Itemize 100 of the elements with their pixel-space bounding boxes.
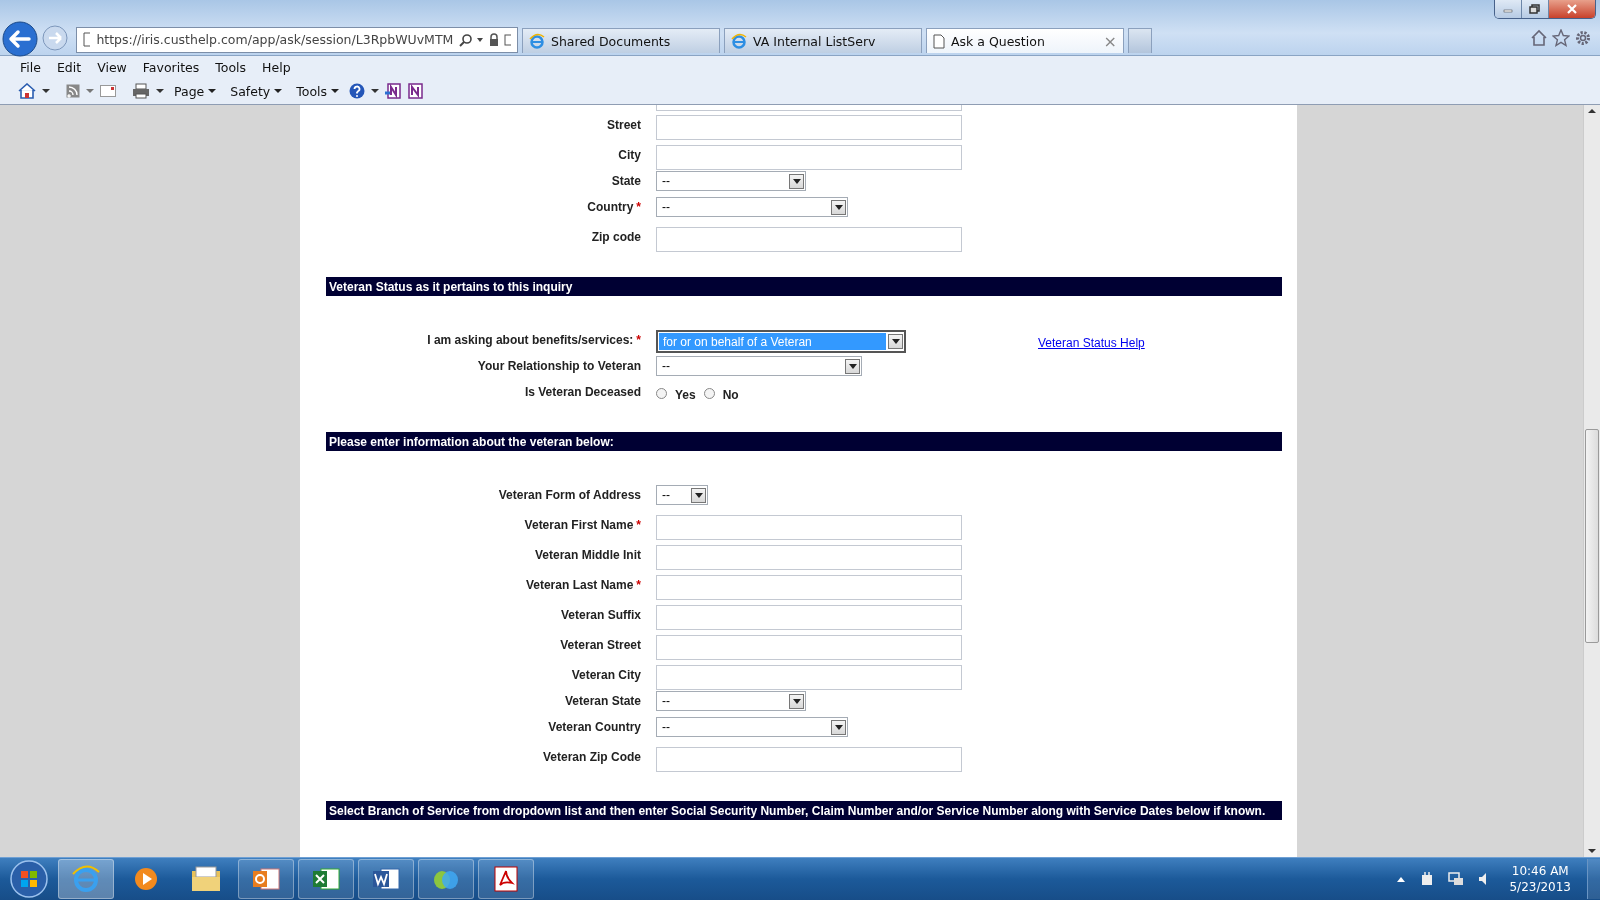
back-button[interactable] — [2, 20, 38, 57]
taskbar-app-button[interactable] — [298, 859, 354, 899]
scrollbar[interactable] — [1583, 105, 1600, 857]
caret-icon[interactable] — [371, 88, 380, 94]
section-heading: Veteran Status as it pertains to this inquiry — [326, 277, 1282, 296]
field-label: Veteran First Name — [524, 518, 634, 532]
field-label: State — [611, 174, 641, 188]
clock-time: 10:46 AM — [1511, 863, 1569, 879]
menu-item[interactable]: View — [89, 57, 135, 77]
text-field[interactable] — [656, 635, 962, 660]
radio-button[interactable] — [656, 387, 667, 399]
radio-label: Yes — [675, 388, 696, 402]
clock[interactable]: 10:46 AM 5/23/2013 — [1509, 863, 1571, 895]
browser-logo-icon — [71, 864, 101, 894]
dropdown[interactable]: -- — [656, 485, 708, 505]
field-label: Veteran Zip Code — [542, 750, 641, 764]
toolbar-menu-button[interactable]: Safety — [226, 82, 287, 100]
caret-icon — [891, 339, 900, 344]
restore-button[interactable] — [1522, 0, 1549, 18]
field-label: Veteran Suffix — [560, 608, 641, 622]
text-field[interactable] — [656, 605, 962, 630]
browser-tab[interactable]: VA Internal ListServ — [724, 28, 922, 53]
dropdown[interactable]: -- — [656, 197, 848, 217]
text-field[interactable] — [656, 747, 962, 772]
scrollbar-thumb[interactable] — [1585, 429, 1599, 643]
menu-item[interactable]: Favorites — [134, 57, 208, 77]
field-label: Street — [607, 118, 641, 132]
field-label: Veteran Last Name — [525, 578, 634, 592]
text-field[interactable] — [656, 227, 962, 252]
taskbar-app-button[interactable] — [238, 859, 294, 899]
text-field[interactable] — [656, 105, 962, 111]
settings-icon[interactable] — [1574, 28, 1592, 47]
help-icon[interactable] — [349, 83, 366, 99]
mail-icon[interactable] — [100, 85, 116, 97]
clock-date: 5/23/2013 — [1509, 879, 1571, 895]
notebook-icon[interactable] — [385, 83, 402, 99]
field-label: Veteran Country — [548, 720, 641, 734]
help-link[interactable]: Veteran Status Help — [1038, 336, 1145, 350]
start-button[interactable] — [9, 859, 49, 899]
caret-icon — [792, 698, 801, 704]
browser-tab[interactable]: Shared Documents — [522, 28, 720, 53]
caret-icon — [834, 204, 843, 210]
menu-item[interactable]: Help — [254, 57, 299, 77]
close-button[interactable] — [1549, 0, 1595, 18]
caret-icon — [274, 88, 283, 94]
field-label: Veteran City — [571, 668, 641, 682]
dropdown[interactable]: -- — [656, 691, 806, 711]
text-field[interactable] — [656, 115, 962, 140]
power-plug-icon[interactable] — [1420, 872, 1435, 886]
text-field[interactable] — [656, 575, 962, 600]
close-icon — [1565, 4, 1579, 14]
feed-icon[interactable] — [66, 84, 80, 98]
field-label: Zip code — [591, 230, 641, 244]
browser-tab[interactable]: Ask a Question × — [926, 28, 1124, 53]
caret-icon — [792, 178, 801, 184]
caret-icon — [694, 492, 703, 498]
notebook-icon[interactable] — [407, 83, 424, 99]
toolbar-menu-button[interactable]: Page — [170, 82, 221, 100]
caret-icon[interactable] — [156, 88, 164, 94]
printer-icon[interactable] — [132, 83, 150, 99]
dropdown[interactable]: -- — [656, 717, 848, 737]
pdf-icon — [492, 865, 520, 893]
caret-icon — [331, 88, 340, 94]
home-icon[interactable] — [1530, 28, 1548, 47]
menu-item[interactable]: File — [12, 57, 49, 77]
text-field[interactable] — [656, 665, 962, 690]
star-icon[interactable] — [1552, 28, 1570, 47]
folder-icon — [190, 865, 222, 893]
show-hidden-icons-button[interactable] — [1396, 875, 1407, 883]
text-field[interactable] — [656, 545, 962, 570]
field-label: Is Veteran Deceased — [524, 385, 641, 399]
section-heading: Please enter information about the veteran below: — [326, 432, 1282, 451]
taskbar-app-button[interactable] — [478, 859, 534, 899]
url-text: https://iris.custhelp.com/app/ask/session/L3RpbWUvMTM — [96, 32, 454, 47]
field-label: Country — [587, 200, 634, 214]
dropdown[interactable]: -- — [656, 356, 862, 376]
caret-icon — [848, 363, 857, 369]
forward-button[interactable] — [42, 24, 68, 51]
field-label: Veteran Street — [560, 638, 641, 652]
radio-button[interactable] — [703, 387, 715, 399]
caret-icon[interactable] — [42, 88, 50, 94]
document-app-icon — [371, 865, 401, 893]
home-icon[interactable] — [18, 83, 36, 99]
dropdown[interactable]: -- — [656, 171, 806, 191]
caret-icon — [834, 724, 843, 730]
browser-logo-icon — [731, 33, 747, 49]
address-bar[interactable]: https://iris.custhelp.com/app/ask/session/L3RpbWUvMTM — [76, 26, 518, 53]
text-field[interactable] — [656, 145, 962, 170]
required-mark: * — [636, 333, 641, 347]
required-mark: * — [636, 200, 641, 214]
toolbar-menu-button[interactable]: Tools — [292, 82, 344, 100]
taskbar-app-button[interactable] — [358, 859, 414, 899]
menu-item[interactable]: Tools — [207, 57, 255, 77]
menu-item[interactable]: Edit — [48, 57, 90, 77]
network-icon[interactable] — [1448, 872, 1465, 886]
text-field[interactable] — [656, 515, 962, 540]
field-label: Veteran Form of Address — [498, 488, 641, 502]
required-mark: * — [636, 518, 641, 532]
field-label: Veteran State — [564, 694, 641, 708]
play-icon — [132, 865, 160, 893]
